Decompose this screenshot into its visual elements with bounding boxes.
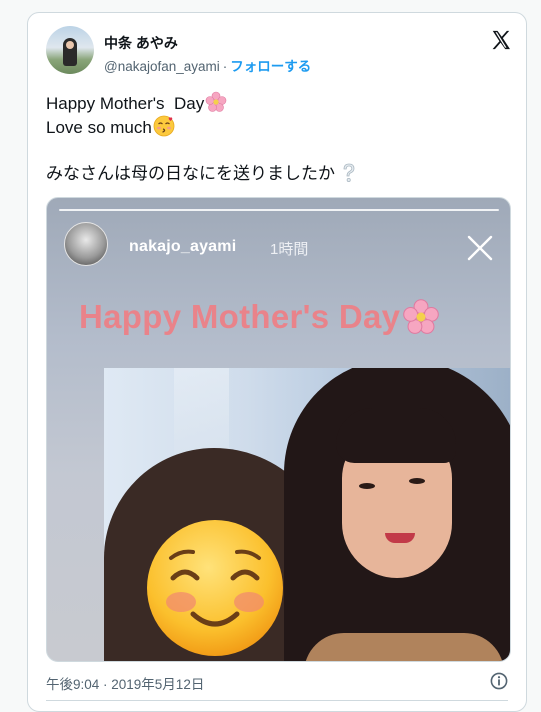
cherry-blossom-icon <box>403 299 440 334</box>
tweet-line-2: Love so much <box>46 115 357 139</box>
divider <box>46 700 508 701</box>
tweet-line-3: みなさんは母の日なにを送りましたか <box>46 162 357 185</box>
tweet-line-1: Happy Mother's Day <box>46 91 357 115</box>
author-name[interactable]: 中条 あやみ <box>104 33 178 53</box>
story-image[interactable]: nakajo_ayami 1時間 Happy Mother's Day <box>46 197 511 662</box>
story-avatar <box>64 222 108 266</box>
author-handle[interactable]: @nakajofan_ayami <box>104 59 220 74</box>
tweet-card[interactable]: 中条 あやみ @nakajofan_ayami · フォローする Happy Mot… <box>27 12 527 712</box>
follow-button[interactable]: フォローする <box>230 59 311 74</box>
white-question-icon <box>343 163 355 182</box>
story-progress-bar <box>59 209 499 211</box>
photo-eye-left <box>359 483 375 489</box>
story-time: 1時間 <box>270 241 309 258</box>
smiling-face-icon <box>147 520 283 656</box>
story-username: nakajo_ayami <box>129 238 237 255</box>
photo-woman-bangs <box>336 408 456 463</box>
separator-dot: · <box>222 59 228 74</box>
cherry-blossom-icon <box>205 91 227 112</box>
tweet-text: Happy Mother's Day Love so much みなさんは母の日… <box>46 91 357 185</box>
photo-shirt <box>304 633 504 661</box>
tweet-timestamp[interactable]: 午後9:04 · 2019年5月12日 <box>46 673 204 693</box>
avatar[interactable] <box>46 26 94 74</box>
x-logo-icon[interactable] <box>490 29 512 51</box>
info-icon[interactable] <box>490 672 508 690</box>
author-handle-row: @nakajofan_ayami · フォローする <box>104 55 311 75</box>
kissing-face-icon <box>153 115 175 137</box>
avatar-face <box>66 41 74 49</box>
photo-eye-right <box>409 478 425 484</box>
close-icon <box>467 235 493 261</box>
story-headline: Happy Mother's Day <box>79 298 440 336</box>
